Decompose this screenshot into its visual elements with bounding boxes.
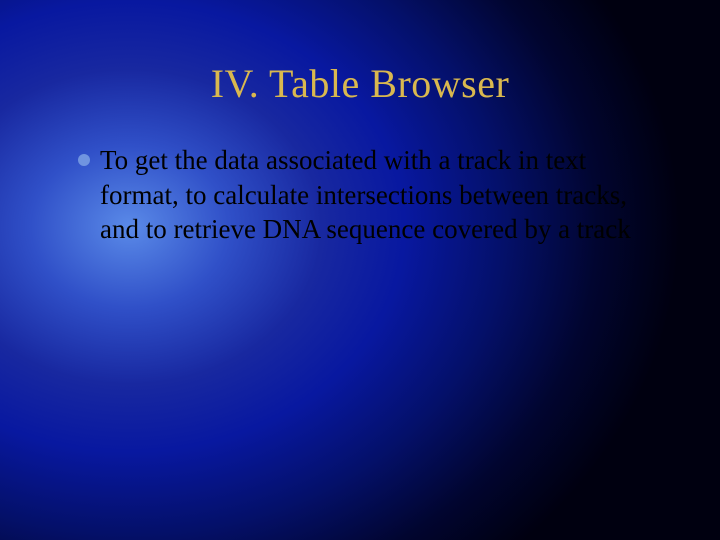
slide-content: To get the data associated with a track … [60, 143, 660, 247]
bullet-text: To get the data associated with a track … [100, 143, 640, 247]
slide-title: IV. Table Browser [60, 60, 660, 107]
list-item: To get the data associated with a track … [78, 143, 640, 247]
bullet-icon [78, 154, 90, 166]
slide-container: IV. Table Browser To get the data associ… [0, 0, 720, 540]
